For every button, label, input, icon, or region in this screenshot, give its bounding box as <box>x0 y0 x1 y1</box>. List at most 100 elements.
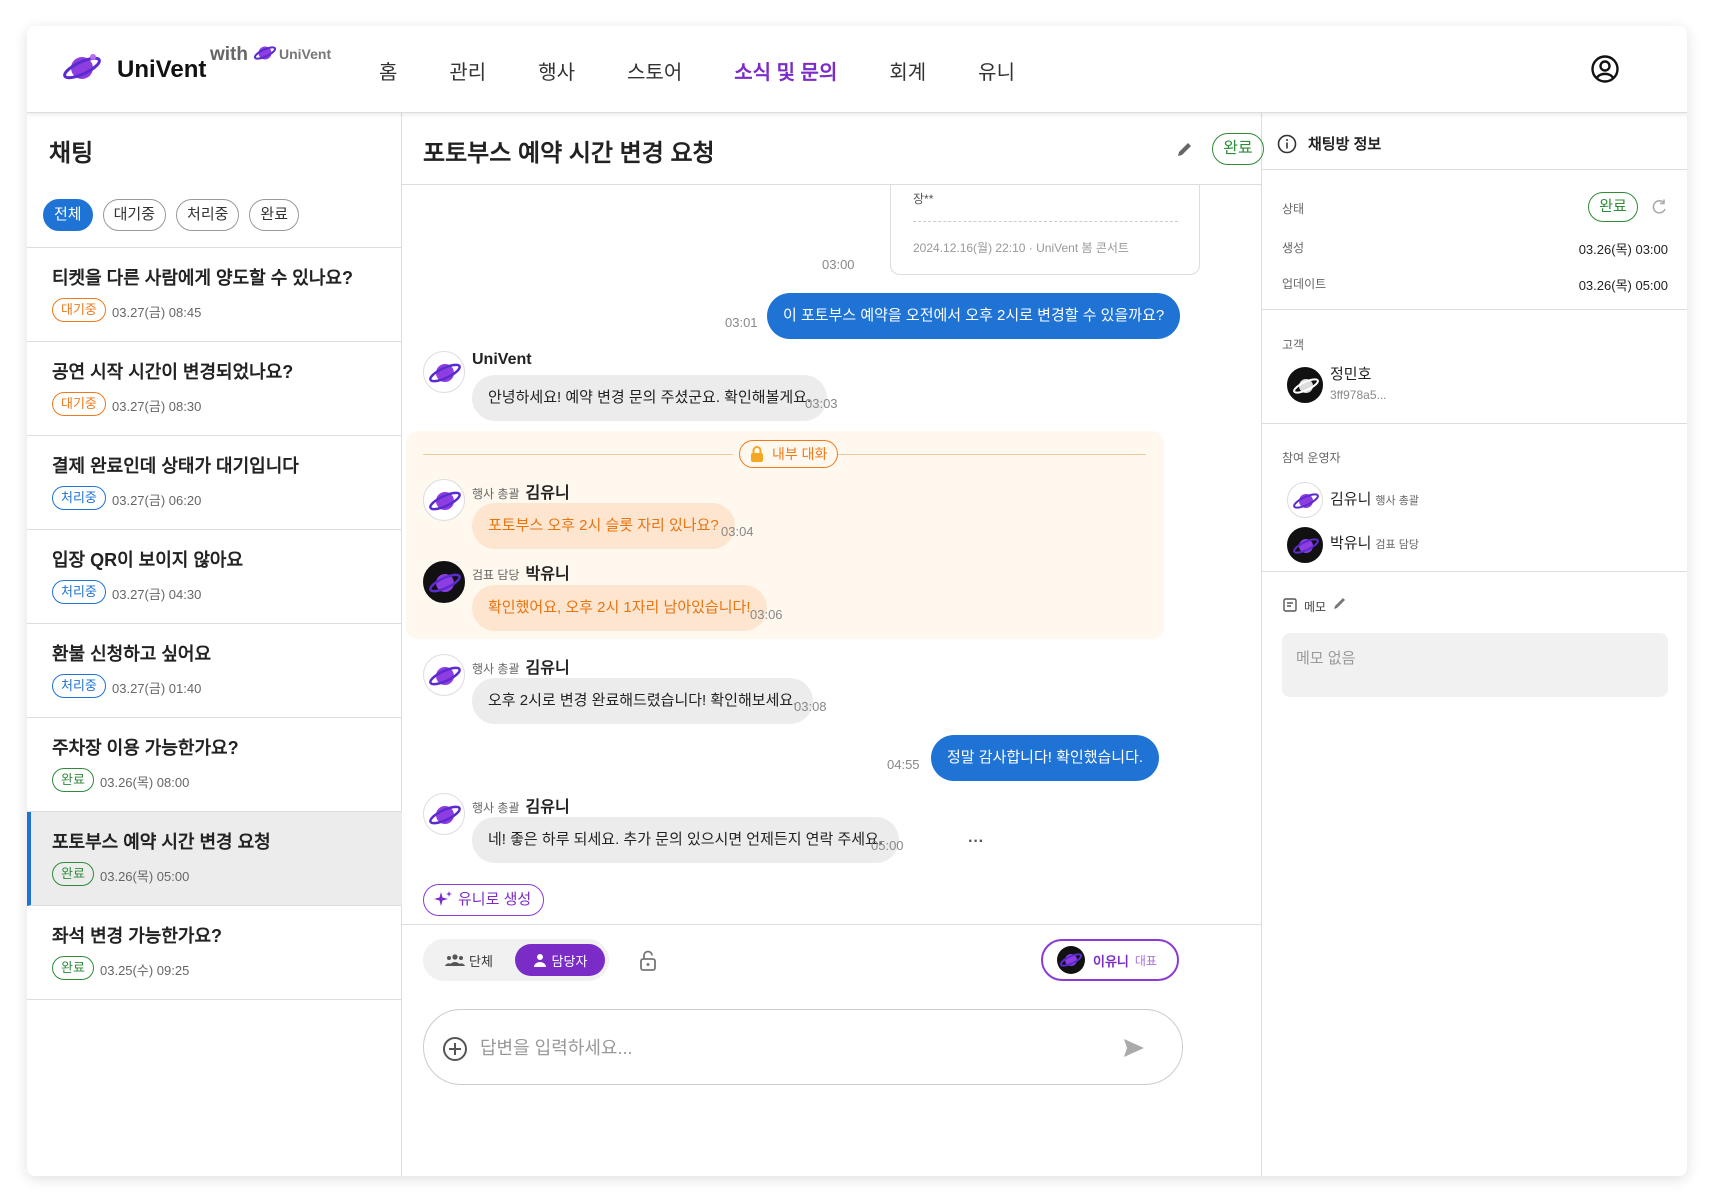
planet-logo-icon[interactable] <box>61 50 103 86</box>
avatar <box>1287 527 1323 563</box>
conversation-list: 티켓을 다른 사람에게 양도할 수 있나요? 대기중 03.27(금) 08:4… <box>27 247 402 1000</box>
send-icon[interactable] <box>1122 1037 1146 1059</box>
reply-input-box <box>423 1009 1183 1085</box>
tab-group-label: 단체 <box>469 953 493 969</box>
filter-waiting[interactable]: 대기중 <box>102 199 167 231</box>
filter-processing[interactable]: 처리중 <box>176 199 240 231</box>
message-time: 03:08 <box>794 699 827 714</box>
sender-role: 행사 총괄 <box>472 487 520 501</box>
sender-name: UniVent <box>472 351 532 368</box>
info-header: 채팅방 정보 <box>1262 113 1687 170</box>
list-item[interactable]: 좌석 변경 가능한가요? 완료 03.25(수) 09:25 <box>27 906 402 1000</box>
conversation-time: 03.25(수) 09:25 <box>100 963 190 978</box>
avatar <box>423 479 465 521</box>
list-item[interactable]: 결제 완료인데 상태가 대기입니다 처리중 03.27(금) 06:20 <box>27 436 402 530</box>
conversation-time: 03.27(금) 04:30 <box>112 587 202 602</box>
reply-input[interactable] <box>480 1030 1100 1066</box>
operator-role: 검표 담당 <box>1375 539 1419 551</box>
group-icon <box>445 954 466 966</box>
status-label: 상태 <box>1282 202 1305 216</box>
nav-store[interactable]: 스토어 <box>627 56 682 85</box>
operator-name-text: 박유니 <box>1330 535 1372 552</box>
list-item[interactable]: 주차장 이용 가능한가요? 완료 03.26(목) 08:00 <box>27 718 402 812</box>
filter-all[interactable]: 전체 <box>43 199 93 231</box>
unlock-icon[interactable] <box>638 949 658 971</box>
nav-uni[interactable]: 유니 <box>978 56 1015 85</box>
list-item[interactable]: 입장 QR이 보이지 않아요 처리중 03.27(금) 04:30 <box>27 530 402 624</box>
generate-label: 유니로 생성 <box>458 891 532 908</box>
more-options-icon[interactable]: ··· <box>968 833 984 851</box>
message-time: 05:00 <box>871 838 904 853</box>
mini-planet-logo-icon <box>253 46 277 60</box>
add-attachment-icon[interactable] <box>442 1036 468 1062</box>
sender-name: 행사 총괄 김유니 <box>472 654 570 678</box>
card-customer-name: 장** <box>913 192 934 206</box>
tab-group[interactable]: 단체 <box>423 939 515 981</box>
sender-name-text: 김유니 <box>525 485 570 502</box>
memo-box[interactable]: 메모 없음 <box>1282 633 1668 697</box>
outgoing-message: 이 포토부스 예약을 오전에서 오후 2시로 변경할 수 있을까요? <box>767 293 1181 339</box>
list-item[interactable]: 환불 신청하고 싶어요 처리중 03.27(금) 01:40 <box>27 624 402 718</box>
nav-home[interactable]: 홈 <box>379 56 397 85</box>
nav-manage[interactable]: 관리 <box>449 56 486 85</box>
conversation-time: 03.27(금) 06:20 <box>112 493 202 508</box>
planet-avatar-icon <box>1059 953 1083 967</box>
conversation-title: 주차장 이용 가능한가요? <box>52 738 239 758</box>
generate-with-uni-button[interactable]: 유니로 생성 <box>423 884 545 916</box>
nav-events[interactable]: 행사 <box>538 56 575 85</box>
lock-icon <box>751 446 763 462</box>
pencil-icon[interactable] <box>1332 595 1348 611</box>
conversation-title: 티켓을 다른 사람에게 양도할 수 있나요? <box>52 268 353 288</box>
sender-name-text: 김유니 <box>525 799 570 816</box>
tab-assignee-label: 담당자 <box>551 953 588 969</box>
incoming-message: 네! 좋은 하루 되세요. 추가 문의 있으시면 언제든지 연락 주세요. <box>472 817 900 863</box>
updated-label: 업데이트 <box>1282 277 1327 291</box>
sender-name: 행사 총괄 김유니 <box>472 479 570 503</box>
status-badge: 완료 <box>52 862 94 886</box>
list-item[interactable]: 공연 시작 시간이 변경되었나요? 대기중 03.27(금) 08:30 <box>27 342 402 436</box>
operators-label: 참여 운영자 <box>1282 451 1341 465</box>
conversation-time: 03.27(금) 08:30 <box>112 399 202 414</box>
refresh-icon[interactable] <box>1650 198 1668 216</box>
conversation-title: 결제 완료인데 상태가 대기입니다 <box>52 456 299 476</box>
conversation-time: 03.26(목) 05:00 <box>100 869 190 884</box>
pencil-icon[interactable] <box>1175 139 1195 159</box>
brand-name: UniVent <box>117 56 207 83</box>
planet-avatar-icon <box>1293 493 1319 509</box>
list-item[interactable]: 티켓을 다른 사람에게 양도할 수 있나요? 대기중 03.27(금) 08:4… <box>27 248 402 342</box>
memo-text: 메모 없음 <box>1296 650 1356 667</box>
internal-conversation-label: 내부 대화 <box>739 440 839 468</box>
nav-accounting[interactable]: 회계 <box>889 56 926 85</box>
list-item-selected[interactable]: 포토부스 예약 시간 변경 요청 완료 03.26(목) 05:00 <box>27 812 402 906</box>
card-divider <box>913 221 1178 222</box>
app-window: UniVent with UniVent 홈 관리 행사 스토어 소식 및 문의… <box>27 26 1687 1176</box>
planet-avatar-icon <box>429 805 461 825</box>
tab-assignee[interactable]: 담당자 <box>515 944 605 976</box>
agent-avatar <box>1057 946 1085 974</box>
avatar <box>1287 367 1323 403</box>
created-value: 03.26(목) 03:00 <box>1578 242 1668 257</box>
nav-news-inquiry[interactable]: 소식 및 문의 <box>734 56 837 85</box>
message-time: 03:06 <box>750 607 783 622</box>
main-nav: 홈 관리 행사 스토어 소식 및 문의 회계 유니 <box>379 56 1067 85</box>
status-badge[interactable]: 완료 <box>1588 192 1638 222</box>
planet-avatar-icon <box>429 363 461 383</box>
filter-done[interactable]: 완료 <box>249 199 300 231</box>
sender-role: 행사 총괄 <box>472 801 520 815</box>
conversation-time: 03.27(금) 08:45 <box>112 305 202 320</box>
planet-avatar-icon <box>429 573 461 593</box>
message-list: 장** 2024.12.16(월) 22:10 · UniVent 봄 콘서트 … <box>402 184 1262 924</box>
operator-name: 김유니 행사 총괄 <box>1330 488 1419 509</box>
status-badge: 처리중 <box>52 674 106 698</box>
user-circle-icon[interactable] <box>1590 54 1620 84</box>
customer-name: 정민호 <box>1330 366 1372 383</box>
current-agent-selector[interactable]: 이유니 대표 <box>1041 939 1179 981</box>
avatar <box>423 561 465 603</box>
conversation-time: 03.26(목) 08:00 <box>100 775 190 790</box>
sender-name: 검표 담당 박유니 <box>472 560 570 584</box>
sender-role: 행사 총괄 <box>472 662 520 676</box>
top-header: UniVent with UniVent 홈 관리 행사 스토어 소식 및 문의… <box>27 26 1687 113</box>
planet-avatar-icon <box>429 491 461 511</box>
chat-title: 포토부스 예약 시간 변경 요청 <box>423 140 715 167</box>
chat-status-badge[interactable]: 완료 <box>1212 133 1264 165</box>
